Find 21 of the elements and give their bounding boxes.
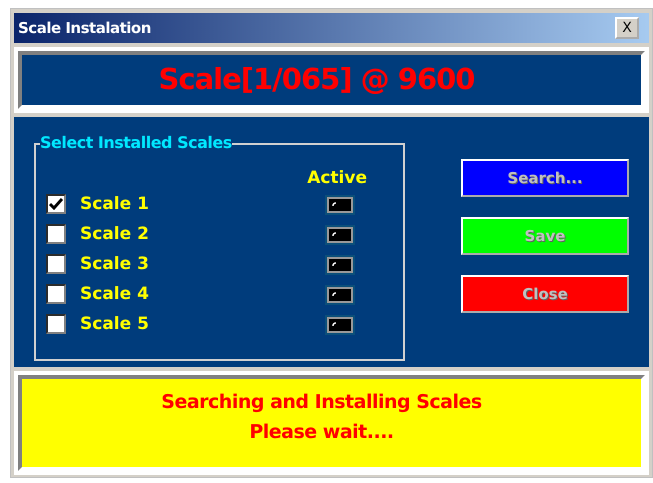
checkbox[interactable] [46, 254, 66, 274]
indicator-icon [325, 224, 355, 245]
status-text: Please wait.... [249, 420, 394, 445]
header-text: Scale[1/065] @ 9600 [158, 61, 476, 98]
scale-label: Scale 3 [80, 254, 150, 274]
scale-label: Scale 4 [80, 284, 150, 304]
indicator-icon [325, 194, 355, 215]
indicator-icon [325, 284, 355, 305]
checkbox[interactable] [46, 194, 66, 214]
scale-label: Scale 5 [80, 314, 150, 334]
checkbox[interactable] [46, 314, 66, 334]
window-close-button[interactable]: X [615, 17, 639, 39]
indicator-icon [325, 314, 355, 335]
column-label: Active [306, 167, 368, 189]
window-title: Scale Instalation [18, 18, 151, 39]
status-text: Searching and Installing Scales [161, 390, 482, 415]
scale-label: Scale 1 [80, 194, 150, 214]
indicator-icon [325, 254, 355, 275]
checkbox[interactable] [46, 284, 66, 304]
checkbox[interactable] [46, 224, 66, 244]
scale-label: Scale 2 [80, 224, 150, 244]
